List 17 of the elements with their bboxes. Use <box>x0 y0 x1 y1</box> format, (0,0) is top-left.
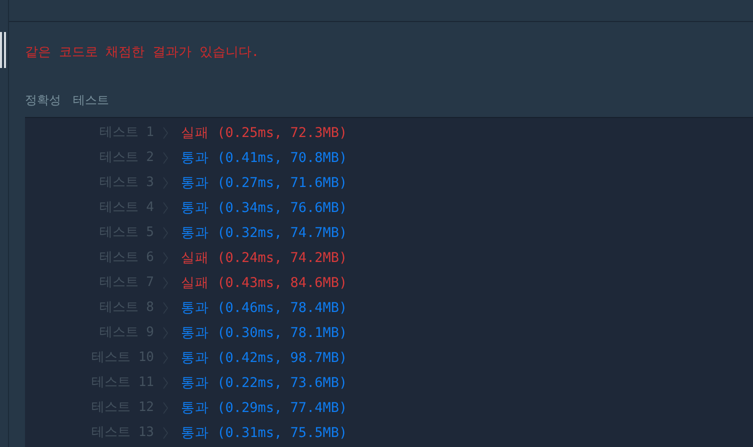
test-result: 통과 (0.32ms, 74.7MB) <box>181 224 348 243</box>
test-result: 통과 (0.30ms, 78.1MB) <box>181 324 348 343</box>
test-result: 실패 (0.43ms, 84.6MB) <box>181 274 348 293</box>
section-title: 정확성 <box>25 92 61 108</box>
test-result: 통과 (0.34ms, 76.6MB) <box>181 198 348 218</box>
test-result: 통과 (0.29ms, 77.4MB) <box>181 398 348 418</box>
test-result: 실패 (0.25ms, 72.3MB) <box>181 124 348 143</box>
test-result: 통과 (0.27ms, 71.6MB) <box>181 174 348 193</box>
test-result: 통과 (0.22ms, 73.6MB) <box>181 374 348 393</box>
resize-handle[interactable] <box>0 32 6 68</box>
error-message: 같은 코드로 채점한 결과가 있습니다. <box>25 44 260 62</box>
section-subtitle: 테스트 <box>73 92 109 108</box>
test-result: 실패 (0.24ms, 74.2MB) <box>181 248 348 268</box>
test-result: 통과 (0.31ms, 75.5MB) <box>181 424 348 443</box>
test-result: 통과 (0.46ms, 78.4MB) <box>181 298 348 318</box>
test-result: 통과 (0.42ms, 98.7MB) <box>181 348 348 368</box>
test-result: 통과 (0.41ms, 70.8MB) <box>181 148 348 168</box>
